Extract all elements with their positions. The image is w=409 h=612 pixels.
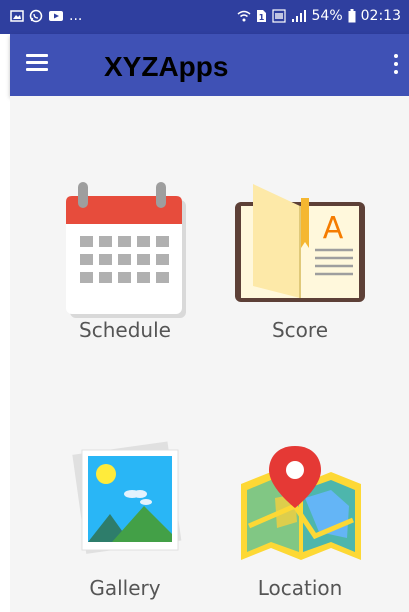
hamburger-menu-icon[interactable]	[26, 54, 48, 72]
overflow-menu-icon[interactable]	[391, 52, 401, 76]
tile-label-score: Score	[271, 318, 328, 342]
tile-location[interactable]: Location	[215, 436, 385, 600]
tile-label-location: Location	[257, 576, 343, 600]
svg-text:A: A	[323, 211, 344, 246]
home-grid: Schedule A Score Gallery Location	[10, 96, 409, 612]
wifi-icon	[237, 10, 250, 22]
app-title: XYZApps	[104, 51, 229, 82]
app-bar: XYZApps	[10, 34, 409, 96]
book-icon: A	[235, 178, 365, 318]
tile-label-schedule: Schedule	[79, 318, 171, 342]
lte-icon	[271, 9, 286, 23]
calendar-icon	[60, 178, 190, 318]
status-bar-system: 1 54% 02:13	[237, 8, 401, 24]
whatsapp-icon	[29, 9, 43, 23]
svg-text:1: 1	[258, 13, 264, 22]
signal-icon	[291, 10, 306, 22]
tile-gallery[interactable]: Gallery	[40, 436, 210, 600]
battery-icon	[348, 9, 356, 23]
battery-percent: 54%	[311, 8, 343, 24]
sim-1-icon: 1	[256, 10, 266, 22]
map-pin-icon	[235, 436, 365, 576]
youtube-icon	[49, 11, 63, 21]
status-bar: ... 1 54% 02:13	[0, 0, 409, 34]
tile-score[interactable]: A Score	[215, 178, 385, 342]
photo-gallery-icon	[60, 436, 190, 576]
status-bar-notifications: ...	[10, 8, 82, 24]
tile-schedule[interactable]: Schedule	[40, 178, 210, 342]
clock: 02:13	[360, 8, 401, 24]
image-icon	[10, 10, 24, 22]
tile-label-gallery: Gallery	[89, 576, 161, 600]
more-notifications-text: ...	[69, 8, 83, 24]
